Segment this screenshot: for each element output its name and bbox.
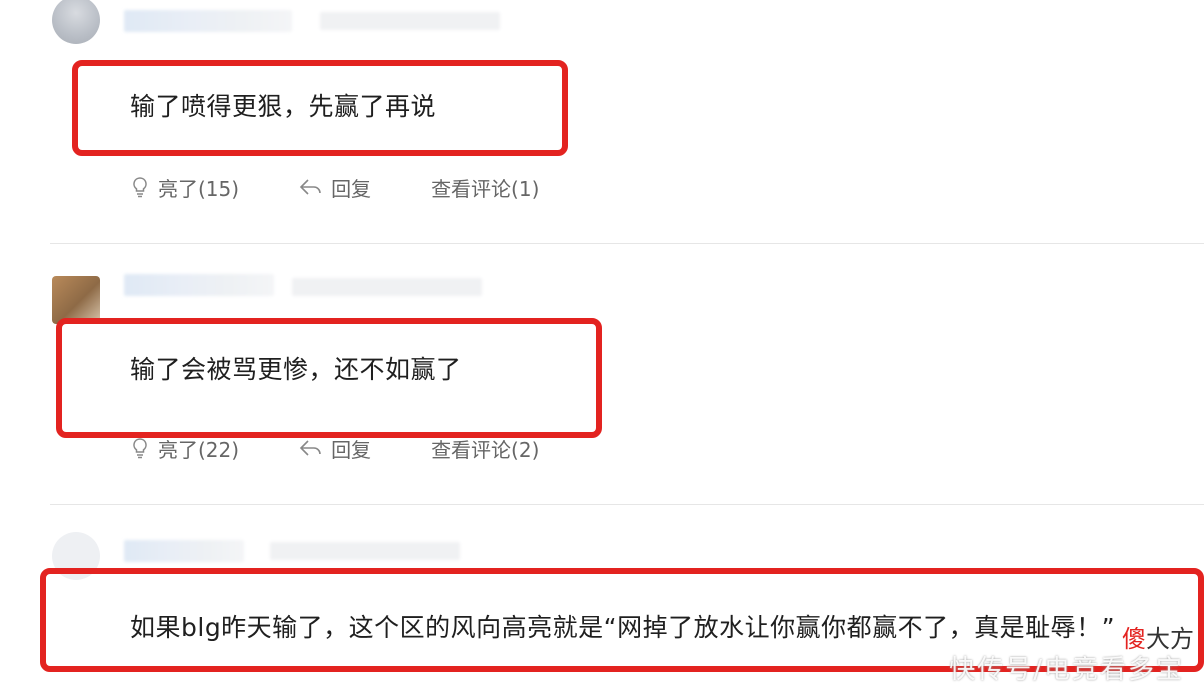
watermark-source: 快传号/电竞看多宝 (949, 655, 1184, 685)
username-blurred (124, 540, 244, 562)
comment-text: 如果blg昨天输了，这个区的风向高亮就是“网掉了放水让你赢你都赢不了，真是耻辱！… (130, 613, 1116, 642)
meta-blurred (270, 542, 460, 560)
comment-item: 如果blg昨天输了，这个区的风向高亮就是“网掉了放水让你赢你都赢不了，真是耻辱！… (0, 0, 1204, 672)
